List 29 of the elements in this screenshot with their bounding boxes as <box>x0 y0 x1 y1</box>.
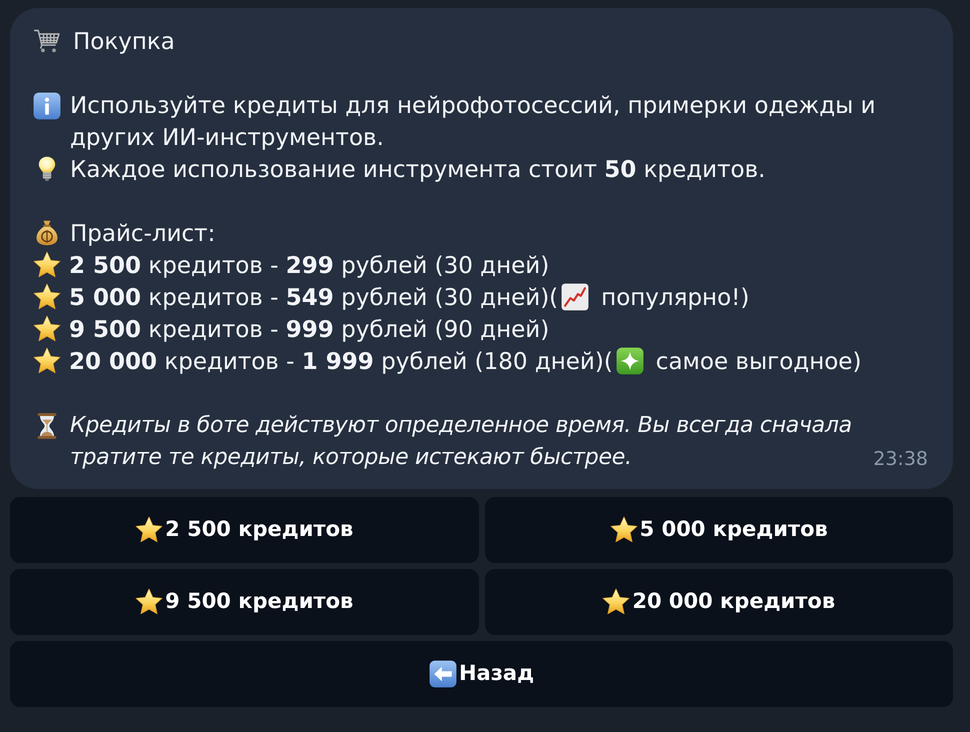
star-icon <box>610 516 638 544</box>
sparkle-icon <box>616 347 644 375</box>
credits-button[interactable]: 20 000 кредитов <box>484 569 953 635</box>
credits-button[interactable]: 2 500 кредитов <box>10 497 478 563</box>
star-icon <box>33 283 61 311</box>
star-icon <box>33 315 61 343</box>
cart-icon <box>33 27 61 55</box>
message-time: 23:38 <box>873 447 928 472</box>
price-line: 9 500 кредитов - 999 рублей (90 дней) <box>69 317 550 343</box>
price-note: популярно!) <box>601 285 750 311</box>
star-icon <box>135 516 164 544</box>
info-icon <box>33 92 61 120</box>
info-text: Используйте кредиты для нейрофотосессий, примерки одежды и других ИИ-инструментов. <box>70 92 877 153</box>
star-icon <box>33 251 61 279</box>
star-icon <box>33 347 61 375</box>
credits-button[interactable]: 5 000 кредитов <box>484 497 953 563</box>
credits-button[interactable]: 9 500 кредитов <box>10 569 478 635</box>
chart-icon <box>561 283 590 311</box>
back-button[interactable]: Назад <box>10 641 953 707</box>
price-line: 20 000 кредитов - 1 999 рублей (180 дней)( <box>69 349 613 375</box>
price-list-heading: Прайс-лист: <box>70 221 216 247</box>
star-icon <box>602 588 630 616</box>
star-icon <box>135 588 164 616</box>
price-note: самое выгодное) <box>656 349 862 375</box>
price-line: 2 500 кредитов - 299 рублей (30 дней) <box>69 253 550 279</box>
cost-note: Каждое использование инструмента стоит 50 кредитов. <box>70 157 766 183</box>
expiry-note: Кредиты в боте действуют определенное время. Вы всегда сначала тратите те кредиты, которые истекают быстрее. <box>70 412 853 472</box>
price-line: 5 000 кредитов - 549 рублей (30 дней)( <box>69 285 558 311</box>
message-title: Покупка <box>73 29 175 55</box>
